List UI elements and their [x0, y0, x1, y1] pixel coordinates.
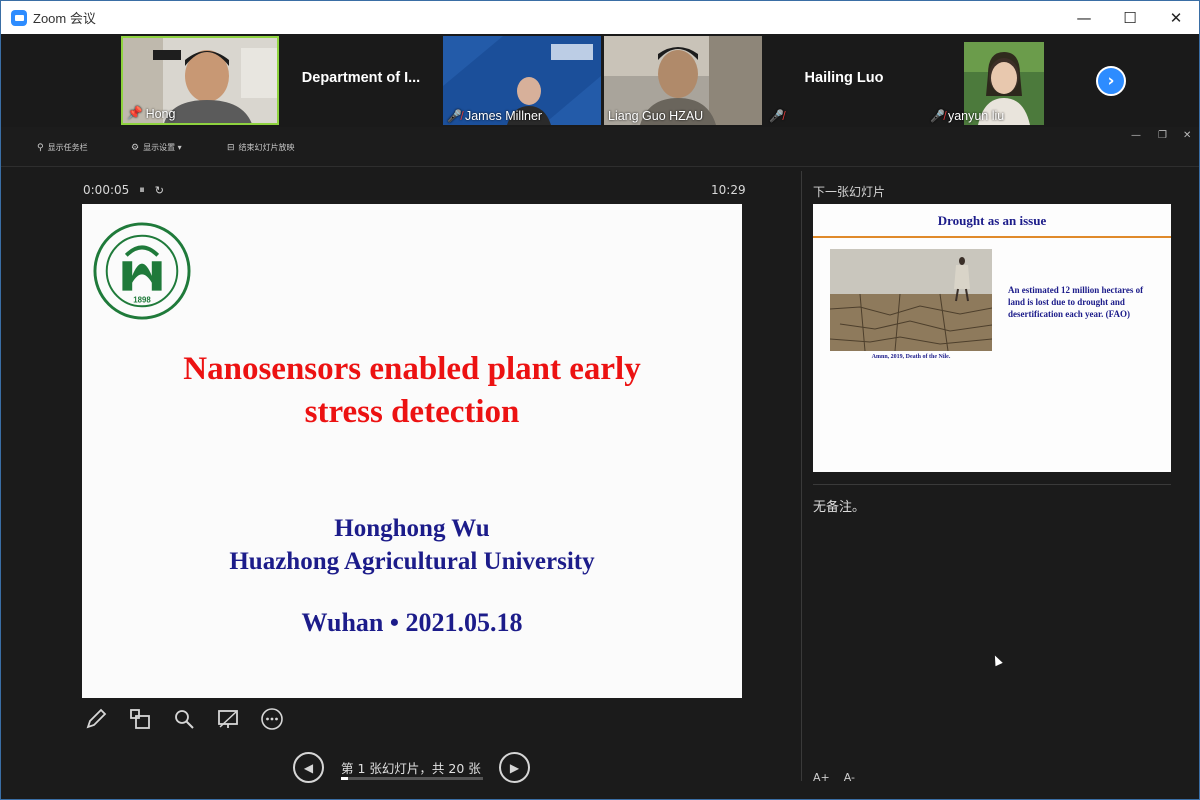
next-slide-title: Drought as an issue — [937, 213, 1047, 228]
speaker-notes[interactable]: 无备注。 — [813, 496, 865, 515]
participant-name: 🎤̸ yanyun liu — [930, 109, 1005, 123]
drought-photo — [830, 249, 992, 351]
mouse-cursor-icon — [991, 653, 1003, 667]
zoom-window: Zoom 会议 — ☐ ✕ 📌Hong Department of I... — [0, 0, 1200, 800]
slide-title-line2: stress detection — [304, 394, 520, 430]
participant-name: 🎤̸ James Millner — [447, 109, 543, 123]
notes-divider[interactable] — [813, 484, 1171, 485]
display-settings-icon: ⚙ — [131, 142, 140, 153]
slide-progress-bar — [341, 777, 483, 780]
next-slide-button[interactable]: ▶ — [499, 752, 530, 783]
elapsed-time: 0:00:05 — [83, 183, 130, 197]
participant-tile-james-millner[interactable]: 🎤̸ James Millner — [443, 36, 601, 125]
slide-title-line1: Nanosensors enabled plant early — [183, 351, 641, 387]
slide-author: Honghong Wu — [334, 515, 490, 542]
end-slideshow-button[interactable]: ⊟ 结束幻灯片放映 — [227, 142, 295, 153]
previous-slide-button[interactable]: ◀ — [293, 752, 324, 783]
notes-font-controls: A+ A- — [813, 771, 855, 784]
presenter-toolbar: ⚲ 显示任务栏 ⚙ 显示设置 ▾ ⊟ 结束幻灯片放映 — [1, 127, 1199, 167]
participant-tile-hong[interactable]: 📌 Hong — [121, 36, 279, 125]
university-logo: 1898 — [93, 222, 191, 320]
next-slide-label: 下一张幻灯片 — [813, 185, 886, 199]
pen-icon[interactable] — [83, 706, 109, 732]
font-decrease-button[interactable]: A- — [844, 771, 855, 784]
participant-tile-hailing-luo[interactable]: Hailing Luo 🎤̸ — [765, 36, 923, 125]
restore-minimize-icon[interactable]: — — [1131, 130, 1141, 141]
muted-mic-icon: 🎤̸ — [930, 109, 945, 123]
title-bar: Zoom 会议 — ☐ ✕ — [1, 1, 1199, 34]
next-slide-text: An estimated 12 million hectares of land… — [1008, 285, 1144, 319]
next-slide-preview[interactable]: Drought as an issue Amnn, 2019, Death of… — [813, 204, 1171, 472]
participant-tile-yanyun-liu[interactable]: 🎤̸ yanyun liu — [926, 36, 1084, 125]
participant-name: Department of I... — [301, 70, 421, 86]
slide-progress-fill — [341, 777, 349, 780]
window-title: Zoom 会议 — [33, 11, 96, 26]
participant-tile-department[interactable]: Department of I... — [282, 36, 440, 125]
zoom-magnifier-icon[interactable] — [171, 706, 197, 732]
slide-author-block: Honghong Wu Huazhong Agricultural Univer… — [82, 512, 742, 578]
show-taskbar-button[interactable]: ⚲ 显示任务栏 — [37, 142, 88, 153]
next-participants-button[interactable]: › — [1096, 66, 1126, 96]
restore-window-icon[interactable]: ❐ — [1158, 130, 1167, 141]
close-button[interactable]: ✕ — [1153, 1, 1199, 34]
participant-name: 📌 Hong — [127, 106, 176, 121]
display-settings-button[interactable]: ⚙ 显示设置 ▾ — [131, 142, 182, 153]
participant-strip: 📌 Hong Department of I... 🎤̸ James Millner — [1, 34, 1199, 127]
current-slide[interactable]: 1898 Nanosensors enabled plant early str… — [82, 204, 742, 698]
see-all-slides-icon[interactable] — [127, 706, 153, 732]
maximize-button[interactable]: ☐ — [1107, 1, 1153, 34]
muted-mic-icon: 🎤̸ — [447, 109, 462, 123]
next-slide-rule — [813, 236, 1171, 238]
zoom-logo-icon — [11, 9, 27, 26]
participant-tile-liang-guo[interactable]: Liang Guo HZAU — [604, 36, 762, 125]
slideshow-timer: 0:00:05 ⏸ ↻ — [83, 183, 164, 197]
slide-affiliation: Huazhong Agricultural University — [229, 548, 595, 575]
participant-name: Hailing Luo — [804, 70, 884, 86]
pause-icon[interactable]: ⏸ — [139, 183, 145, 197]
close-presenter-icon[interactable]: ✕ — [1183, 130, 1191, 141]
taskbar-icon: ⚲ — [37, 142, 44, 153]
clock: 10:29 — [711, 183, 746, 197]
slide-counter: 第 1 张幻灯片，共 20 张 — [341, 761, 481, 776]
muted-mic-icon: 🎤̸ — [769, 109, 784, 123]
photo-caption: Amnn, 2019, Death of the Nile. — [871, 354, 951, 360]
more-options-icon[interactable] — [259, 706, 285, 732]
window-controls: — ☐ ✕ — [1061, 1, 1199, 34]
slide-title: Nanosensors enabled plant early stress d… — [82, 348, 742, 434]
slide-place-date: Wuhan • 2021.05.18 — [301, 608, 523, 637]
slideshow-tools — [83, 706, 285, 732]
black-screen-icon[interactable] — [215, 706, 241, 732]
minimize-button[interactable]: — — [1061, 1, 1107, 34]
font-increase-button[interactable]: A+ — [813, 771, 830, 784]
reset-icon[interactable]: ↻ — [155, 184, 164, 197]
logo-year: 1898 — [133, 295, 151, 304]
panel-divider[interactable] — [801, 171, 802, 781]
pin-icon: 📌 — [127, 106, 143, 120]
end-show-icon: ⊟ — [227, 142, 235, 153]
participant-status: 🎤̸ — [769, 109, 784, 123]
participant-name: Liang Guo HZAU — [608, 109, 704, 123]
